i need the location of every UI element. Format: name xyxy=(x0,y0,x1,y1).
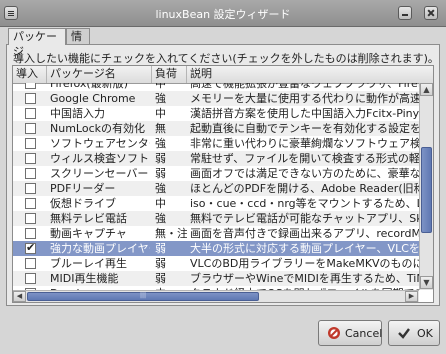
vertical-scrollbar[interactable]: ▲ ▼ xyxy=(419,83,433,290)
packages-panel: 導入したい機能にチェックを入れてください(チェックを外したものは削除されます)。… xyxy=(6,44,440,306)
load-level: 弱 xyxy=(155,242,166,255)
package-description: 大半の形式に対応する動画プレイヤー、VLCをインストールします xyxy=(190,242,419,255)
scroll-down-icon[interactable]: ▼ xyxy=(420,276,433,289)
load-level: 中 xyxy=(155,197,166,210)
load-level: 強 xyxy=(155,182,166,195)
table-row[interactable]: PDFリーダー 強 ほとんどのPDFを開ける、Adobe Reader(旧称Acro… xyxy=(13,181,419,196)
package-name: NumLockの有効化 xyxy=(50,122,145,135)
column-header-install[interactable]: 導入 xyxy=(13,66,47,83)
package-description: 起動直後に自動でテンキーを有効化する設定を行います。 xyxy=(190,122,419,135)
install-checkbox[interactable] xyxy=(25,123,36,134)
install-checkbox[interactable] xyxy=(25,228,36,239)
package-description: 漢語拼音方案を使用した中国語入力Fcitx-Pinyinと、正黒・明體 xyxy=(190,107,419,120)
package-description: ほとんどのPDFを開ける、Adobe Reader(旧称Acrobat Read… xyxy=(190,182,419,195)
list-header: 導入 パッケージ名 負荷 説明 xyxy=(13,66,433,84)
package-name: ブルーレイ再生 xyxy=(50,257,127,270)
list-rows: Firefox(最新版) 中 高速で機能拡張が豊富なウェブブラウザ、Firefoxを… xyxy=(13,83,419,290)
horizontal-scroll-thumb[interactable]: ||| xyxy=(27,292,259,301)
load-level: 強 xyxy=(155,212,166,225)
column-header-description[interactable]: 説明 xyxy=(187,66,433,83)
package-description: 高速で機能拡張が豊富なウェブブラウザ、Firefoxをインストー xyxy=(190,83,419,90)
load-level: 無・注意 xyxy=(155,227,187,240)
install-checkbox[interactable] xyxy=(25,183,36,194)
ok-label: OK xyxy=(417,327,433,340)
minimize-button[interactable] xyxy=(398,6,412,20)
table-row[interactable]: ブルーレイ再生 弱 VLCのBD用ライブラリーをMakeMKVのものに入れ替えます。 xyxy=(13,256,419,271)
close-button[interactable] xyxy=(424,6,438,20)
table-row[interactable]: 動画キャプチャ 無・注意画面を音声付きで録画出来るアプリ、recordMyDesk… xyxy=(13,226,419,241)
package-description: ブラウザーやWineでMIDIを再生するため、TiMidity++を常駐さ xyxy=(190,272,419,285)
install-checkbox[interactable] xyxy=(25,258,36,269)
tab-packages[interactable]: パッケージ xyxy=(8,28,66,58)
package-description: 常駐せず、ファイルを開いて検査する形式の軽量ウィルススキャナ xyxy=(190,152,419,165)
window-title: linuxBean 設定ウィザード xyxy=(155,8,291,21)
package-name: 仮想ドライブ xyxy=(50,197,116,210)
table-row[interactable]: Firefox(最新版) 中 高速で機能拡張が豊富なウェブブラウザ、Firefoxを… xyxy=(13,83,419,91)
cancel-label: Cancel xyxy=(345,327,383,340)
title-bar: linuxBean 設定ウィザード xyxy=(0,0,446,27)
load-level: 弱 xyxy=(155,167,166,180)
package-description: 画面オフでは満足できない方のために、豪華なスクリーンセーバー xyxy=(190,167,419,180)
package-description: VLCのBD用ライブラリーをMakeMKVのものに入れ替えます。 xyxy=(190,257,419,270)
load-level: 中 xyxy=(155,107,166,120)
table-row[interactable]: 強力な動画プレイヤー弱 大半の形式に対応する動画プレイヤー、VLCをインストールし… xyxy=(13,241,419,256)
scroll-left-icon[interactable]: ◀ xyxy=(13,291,26,302)
load-level: 強 xyxy=(155,137,166,150)
table-row[interactable]: 仮想ドライブ 中 iso・cue・ccd・nrg等をマウントするため、Linux版D… xyxy=(13,196,419,211)
load-level: 中 xyxy=(155,83,166,90)
scroll-up-icon[interactable]: ▲ xyxy=(420,83,433,96)
install-checkbox[interactable] xyxy=(25,108,36,119)
table-row[interactable]: MIDI再生機能 弱 ブラウザーやWineでMIDIを再生するため、TiMidity… xyxy=(13,271,419,286)
package-list: 導入 パッケージ名 負荷 説明 Firefox(最新版) 中 高速で機能拡張が豊富な… xyxy=(12,65,434,303)
package-description: 無料でテレビ電話が可能なチャットアプリ、Skypeをインストールし xyxy=(190,212,419,225)
install-checkbox[interactable] xyxy=(25,273,36,284)
vertical-scroll-thumb[interactable] xyxy=(421,147,432,233)
ok-button[interactable]: OK xyxy=(388,320,440,346)
cancel-icon xyxy=(328,327,340,339)
table-row[interactable]: Google Chrome 強 メモリーを大量に使用する代わりに動作が高速なウェブブ… xyxy=(13,91,419,106)
table-row[interactable]: 無料テレビ電話 強 無料でテレビ電話が可能なチャットアプリ、Skypeをインストール… xyxy=(13,211,419,226)
intro-text: 導入したい機能にチェックを入れてください(チェックを外したものは削除されます)。 xyxy=(13,52,439,65)
load-level: 強 xyxy=(155,92,166,105)
install-checkbox[interactable] xyxy=(25,93,36,104)
load-level: 弱 xyxy=(155,257,166,270)
package-name: Firefox(最新版) xyxy=(50,83,128,90)
table-row[interactable]: ソフトウェアセンター強 非常に重い代わりに豪華絢爛なソフトウェア検索アプリをインス xyxy=(13,136,419,151)
package-name: 強力な動画プレイヤー xyxy=(50,242,150,255)
install-checkbox[interactable] xyxy=(25,198,36,209)
cancel-button[interactable]: Cancel xyxy=(318,320,382,346)
package-description: 画面を音声付きで録画出来るアプリ、recordMyDesktopをインス xyxy=(190,227,419,240)
install-checkbox[interactable] xyxy=(25,83,36,89)
package-name: ウィルス検査ソフト xyxy=(50,152,149,165)
table-row[interactable]: NumLockの有効化無 起動直後に自動でテンキーを有効化する設定を行います。 xyxy=(13,121,419,136)
install-checkbox[interactable] xyxy=(25,213,36,224)
package-name: 動画キャプチャ xyxy=(50,227,127,240)
package-name: ソフトウェアセンター xyxy=(50,137,150,150)
scroll-right-icon[interactable]: ▶ xyxy=(405,291,418,302)
package-description: 非常に重い代わりに豪華絢爛なソフトウェア検索アプリをインス xyxy=(190,137,419,150)
horizontal-scrollbar[interactable]: ◀ ||| ▶ xyxy=(13,290,419,302)
column-header-load[interactable]: 負荷 xyxy=(152,66,187,83)
load-level: 無 xyxy=(155,122,166,135)
install-checkbox[interactable] xyxy=(25,241,36,254)
table-row[interactable]: ウィルス検査ソフト弱 常駐せず、ファイルを開いて検査する形式の軽量ウィルススキャナ xyxy=(13,151,419,166)
install-checkbox[interactable] xyxy=(25,168,36,179)
checkmark-icon xyxy=(398,328,410,339)
table-row[interactable]: 中国語入力 中 漢語拼音方案を使用した中国語入力Fcitx-Pinyinと、正黒・明… xyxy=(13,106,419,121)
install-checkbox[interactable] xyxy=(25,153,36,164)
package-name: 無料テレビ電話 xyxy=(50,212,127,225)
load-level: 弱 xyxy=(155,152,166,165)
table-row[interactable]: スクリーンセーバー弱 画面オフでは満足できない方のために、豪華なスクリーンセーバー xyxy=(13,166,419,181)
package-name: 中国語入力 xyxy=(50,107,105,120)
package-description: メモリーを大量に使用する代わりに動作が高速なウェブブラウザ xyxy=(190,92,419,105)
package-name: Google Chrome xyxy=(50,92,136,105)
column-header-package[interactable]: パッケージ名 xyxy=(47,66,152,83)
package-name: PDFリーダー xyxy=(50,182,116,195)
package-description: iso・cue・ccd・nrg等をマウントするため、Linux版DAEMON T… xyxy=(190,197,419,210)
load-level: 弱 xyxy=(155,272,166,285)
package-name: MIDI再生機能 xyxy=(50,272,119,285)
install-checkbox[interactable] xyxy=(25,138,36,149)
package-name: スクリーンセーバー xyxy=(50,167,149,180)
tab-info[interactable]: 情報 xyxy=(66,28,90,58)
